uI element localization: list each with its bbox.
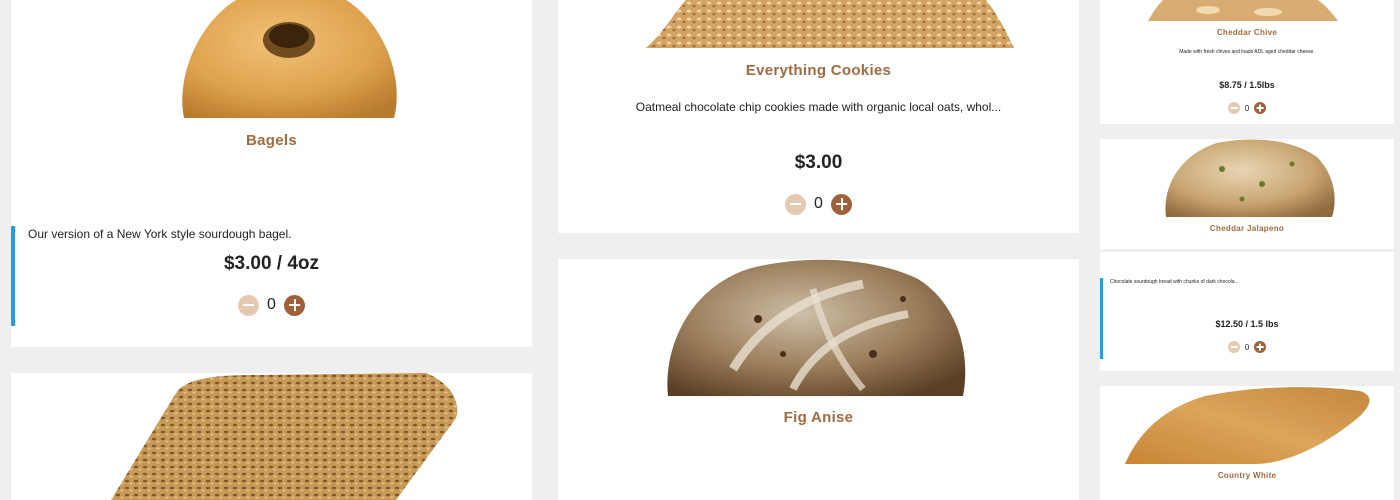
product-description: Chocolate sourdough bread with chunks of… [1110, 279, 1239, 285]
quantity-stepper: 0 [1100, 341, 1394, 353]
quantity-stepper: 0 [558, 193, 1079, 215]
decrease-quantity-button[interactable] [785, 193, 806, 215]
product-card-everything-cookies[interactable]: Everything Cookies Oatmeal chocolate chi… [558, 0, 1079, 233]
product-title[interactable]: Fig Anise [558, 409, 1079, 426]
quantity-stepper: 0 [1100, 102, 1394, 114]
product-price: $12.50 / 1.5 lbs [1215, 319, 1279, 329]
product-title[interactable]: Cheddar Chive [1100, 28, 1394, 37]
product-description: Oatmeal chocolate chip cookies made with… [635, 100, 1002, 114]
seed-bread-image[interactable] [106, 373, 466, 500]
increase-quantity-button[interactable] [284, 294, 305, 316]
increase-quantity-button[interactable] [831, 193, 852, 215]
product-card-fig-anise[interactable]: Fig Anise [558, 259, 1079, 500]
product-price: $8.75 / 1.5lbs [1219, 80, 1275, 90]
fig-anise-image[interactable] [663, 259, 973, 396]
cheddar-chive-image[interactable] [1148, 0, 1338, 21]
quantity-value: 0 [1244, 342, 1250, 352]
product-title[interactable]: Everything Cookies [558, 62, 1079, 79]
decrease-quantity-button[interactable] [1228, 341, 1240, 353]
cheddar-jalapeno-image[interactable] [1162, 139, 1337, 217]
decrease-quantity-button[interactable] [238, 294, 259, 316]
product-card-cheddar-jalapeno[interactable]: Cheddar Jalapeno [1100, 139, 1394, 249]
quantity-value: 0 [1244, 103, 1250, 113]
product-card-bagels[interactable]: Bagels Our version of a New York style s… [11, 0, 532, 347]
increase-quantity-button[interactable] [1254, 102, 1266, 114]
product-card-cheddar-chive[interactable]: Cheddar Chive Made with fresh chives and… [1100, 0, 1394, 124]
decrease-quantity-button[interactable] [1228, 102, 1240, 114]
product-price: $3.00 [794, 152, 843, 173]
country-white-image[interactable] [1125, 386, 1375, 464]
product-title[interactable]: Country White [1100, 471, 1394, 480]
quantity-value: 0 [814, 195, 823, 212]
product-card-country-white[interactable]: Country White [1100, 386, 1394, 500]
product-title[interactable]: Cheddar Jalapeno [1100, 224, 1394, 233]
product-description: Our version of a New York style sourdoug… [28, 227, 292, 241]
quantity-stepper: 0 [11, 294, 532, 316]
product-card-seed-bread[interactable] [11, 373, 532, 500]
product-description: Made with fresh chives and loads ADL age… [1179, 49, 1315, 55]
increase-quantity-button[interactable] [1254, 341, 1266, 353]
quantity-value: 0 [267, 296, 276, 313]
cookie-image[interactable] [646, 0, 1016, 50]
product-card-chocolate-bread[interactable]: Chocolate sourdough bread with chunks of… [1100, 252, 1394, 371]
bagel-image[interactable] [176, 0, 401, 120]
product-title[interactable]: Bagels [11, 132, 532, 149]
product-price: $3.00 / 4oz [223, 253, 320, 274]
